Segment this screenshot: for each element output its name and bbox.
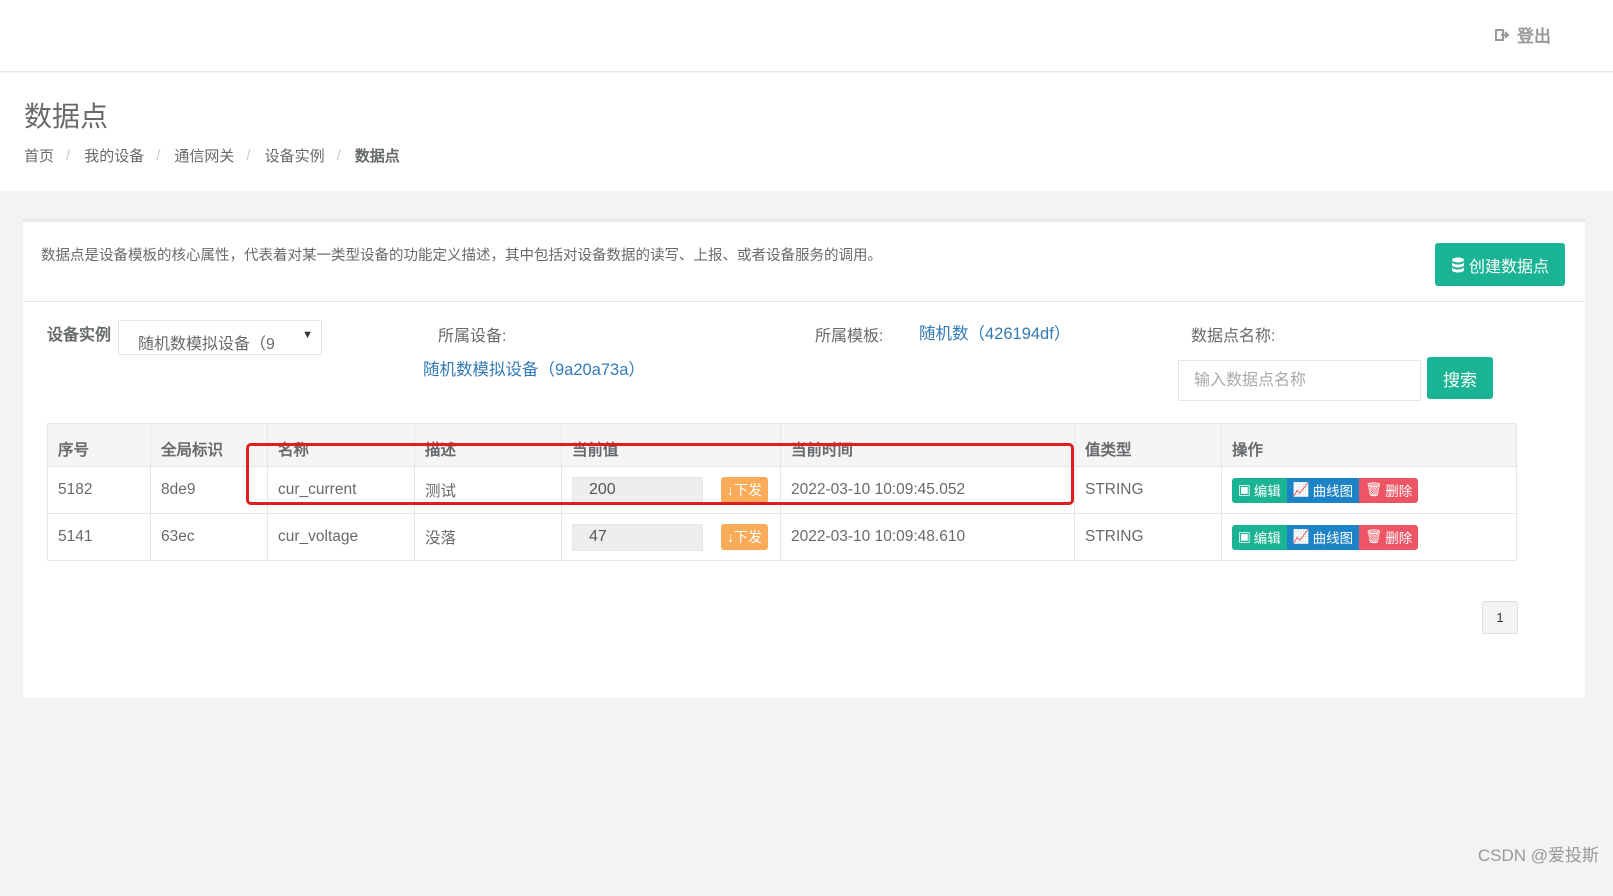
curve-label: 曲线图 xyxy=(1312,484,1354,499)
template-link[interactable]: 随机数（426194df） xyxy=(919,320,1070,344)
instance-select[interactable]: 随机数模拟设备（9 ▼ xyxy=(118,320,322,355)
datapoint-name-input[interactable] xyxy=(1178,360,1421,401)
device-link[interactable]: 随机数模拟设备（9a20a73a） xyxy=(423,356,645,380)
table-header-row: 序号 全局标识 名称 描述 当前值 当前时间 值类型 操作 xyxy=(47,423,1517,467)
cell-current-time: 2022-03-10 10:09:48.610 xyxy=(780,513,1075,561)
cell-value-type: STRING xyxy=(1074,466,1222,514)
breadcrumb-my-devices[interactable]: 我的设备 xyxy=(84,145,144,166)
panel-description: 数据点是设备模板的核心属性，代表着对某一类型设备的功能定义描述，其中包括对设备数… xyxy=(41,248,882,264)
datapoint-table: 序号 全局标识 名称 描述 当前值 当前时间 值类型 操作 5182 8de9 … xyxy=(47,423,1517,561)
table-row: 5182 8de9 cur_current 测试 200 ↓下发 2022-03-… xyxy=(47,466,1517,514)
copy-icon: ▣ xyxy=(1238,482,1251,497)
sign-out-icon xyxy=(1495,28,1510,41)
arrow-down-icon: ↓ xyxy=(727,482,734,498)
current-value-field[interactable]: 200 xyxy=(572,476,703,504)
breadcrumb-separator: / xyxy=(66,147,71,164)
breadcrumb-gateway[interactable]: 通信网关 xyxy=(174,145,234,166)
page-title: 数据点 xyxy=(24,101,109,132)
cell-global-id: 8de9 xyxy=(150,466,268,514)
create-datapoint-label: 创建数据点 xyxy=(1468,258,1549,276)
datapoint-panel: 数据点是设备模板的核心属性，代表着对某一类型设备的功能定义描述，其中包括对设备数… xyxy=(23,218,1585,698)
cell-description: 没落 xyxy=(414,513,562,561)
current-value-field[interactable]: 47 xyxy=(572,523,703,551)
panel-header: 数据点是设备模板的核心属性，代表着对某一类型设备的功能定义描述，其中包括对设备数… xyxy=(23,222,1585,302)
logout-button[interactable]: 登出 xyxy=(1495,22,1551,47)
cell-global-id: 63ec xyxy=(150,513,268,561)
delete-button[interactable]: 🗑 删除 xyxy=(1359,477,1419,503)
column-header-actions: 操作 xyxy=(1221,423,1517,467)
instance-label: 设备实例 xyxy=(47,327,112,344)
send-label: 下发 xyxy=(734,482,762,498)
instance-select-value: 随机数模拟设备（9 xyxy=(138,336,275,353)
send-label: 下发 xyxy=(734,529,762,545)
cell-current-time: 2022-03-10 10:09:45.052 xyxy=(780,466,1075,514)
cell-current-value: 47 ↓下发 xyxy=(561,513,781,561)
trash-icon: 🗑 xyxy=(1365,529,1383,544)
page-heading: 数据点 首页 / 我的设备 / 通信网关 / 设备实例 / 数据点 xyxy=(0,73,1613,191)
caret-down-icon: ▼ xyxy=(302,329,313,341)
breadcrumb-separator: / xyxy=(246,147,251,164)
breadcrumb-device-instance[interactable]: 设备实例 xyxy=(265,145,325,166)
search-button[interactable]: 搜索 xyxy=(1427,357,1493,399)
arrow-down-icon: ↓ xyxy=(727,529,734,545)
delete-button[interactable]: 🗑 删除 xyxy=(1359,524,1419,550)
delete-label: 删除 xyxy=(1385,484,1413,499)
cell-value-type: STRING xyxy=(1074,513,1222,561)
cell-current-value: 200 ↓下发 xyxy=(561,466,781,514)
send-button[interactable]: ↓下发 xyxy=(721,477,768,503)
breadcrumb-separator: / xyxy=(336,147,341,164)
edit-label: 编辑 xyxy=(1253,531,1281,546)
edit-button[interactable]: ▣ 编辑 xyxy=(1232,524,1287,550)
cell-description: 测试 xyxy=(414,466,562,514)
top-navbar: 登出 xyxy=(0,0,1613,72)
delete-label: 删除 xyxy=(1385,531,1413,546)
edit-label: 编辑 xyxy=(1253,484,1281,499)
cell-name: cur_current xyxy=(267,466,415,514)
edit-button[interactable]: ▣ 编辑 xyxy=(1232,477,1287,503)
cell-actions: ▣ 编辑 📈 曲线图 🗑 删除 xyxy=(1221,466,1517,514)
column-header-description: 描述 xyxy=(414,423,562,467)
column-header-current-value: 当前值 xyxy=(561,423,781,467)
breadcrumb-separator: / xyxy=(156,147,161,164)
device-label: 所属设备: xyxy=(438,328,507,345)
column-header-name: 名称 xyxy=(267,423,415,467)
database-icon xyxy=(1451,257,1464,272)
cell-name: cur_voltage xyxy=(267,513,415,561)
copy-icon: ▣ xyxy=(1238,529,1251,544)
cell-id: 5182 xyxy=(47,466,151,514)
send-button[interactable]: ↓下发 xyxy=(721,524,768,550)
trash-icon: 🗑 xyxy=(1365,482,1383,497)
datapoint-name-label: 数据点名称: xyxy=(1191,328,1276,345)
line-chart-icon: 📈 xyxy=(1292,482,1310,497)
column-header-current-time: 当前时间 xyxy=(780,423,1075,467)
column-header-global-id: 全局标识 xyxy=(150,423,268,467)
logout-label: 登出 xyxy=(1517,27,1551,46)
pagination-page-button[interactable]: 1 xyxy=(1482,601,1518,634)
column-header-value-type: 值类型 xyxy=(1074,423,1222,467)
line-chart-icon: 📈 xyxy=(1292,529,1310,544)
cell-id: 5141 xyxy=(47,513,151,561)
cell-actions: ▣ 编辑 📈 曲线图 🗑 删除 xyxy=(1221,513,1517,561)
column-header-id: 序号 xyxy=(47,423,151,467)
curve-label: 曲线图 xyxy=(1312,531,1354,546)
breadcrumb-home[interactable]: 首页 xyxy=(24,145,54,166)
watermark: CSDN @爱投斯 xyxy=(1477,846,1599,865)
curve-button[interactable]: 📈 曲线图 xyxy=(1286,524,1360,550)
curve-button[interactable]: 📈 曲线图 xyxy=(1286,477,1360,503)
create-datapoint-button[interactable]: 创建数据点 xyxy=(1434,243,1565,286)
table-row: 5141 63ec cur_voltage 没落 47 ↓下发 2022-03-1… xyxy=(47,513,1517,561)
breadcrumb: 首页 / 我的设备 / 通信网关 / 设备实例 / 数据点 xyxy=(24,145,400,166)
template-label: 所属模板: xyxy=(815,328,884,345)
breadcrumb-current: 数据点 xyxy=(354,148,400,165)
